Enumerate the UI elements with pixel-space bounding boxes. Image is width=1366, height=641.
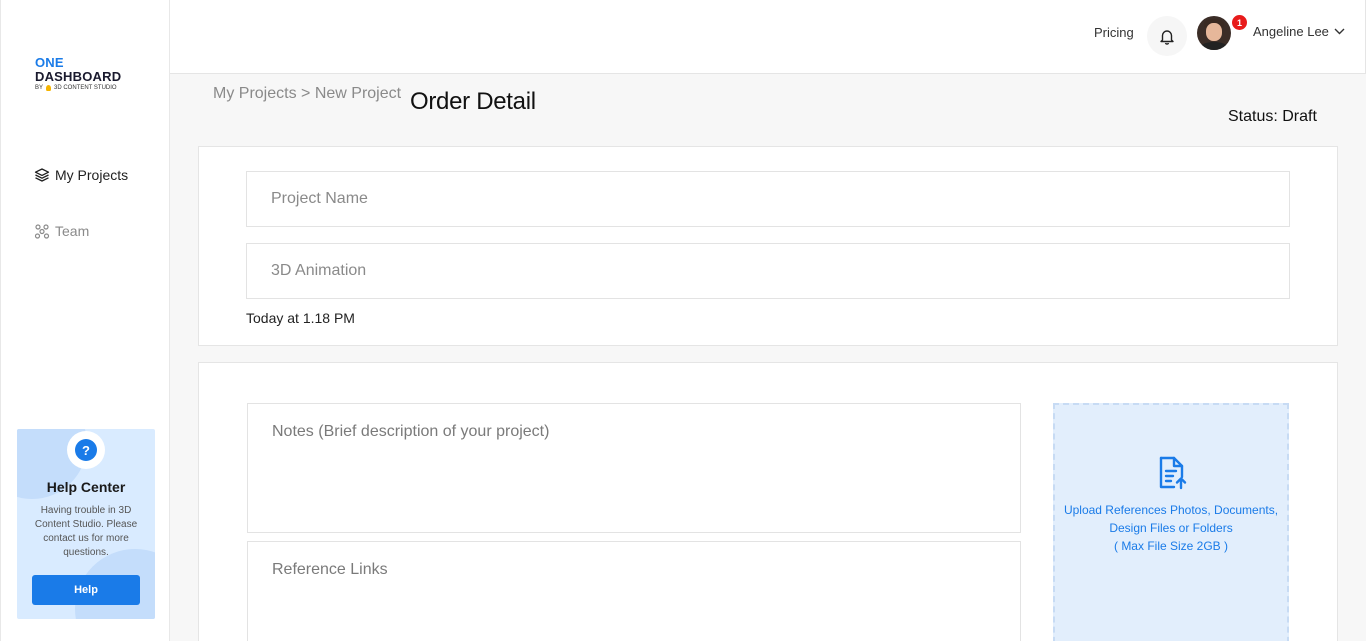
file-upload-icon <box>1159 456 1187 490</box>
help-text: Having trouble in 3D Content Studio. Ple… <box>34 505 138 558</box>
project-name-input[interactable] <box>246 171 1290 227</box>
logo-byline: BY 3D CONTENT STUDIO <box>35 85 121 91</box>
top-bar: Pricing 1 Angeline Lee <box>170 0 1366 74</box>
team-icon <box>34 224 50 239</box>
sidebar-item-label: My Projects <box>55 167 129 183</box>
user-menu[interactable]: Angeline Lee <box>1253 24 1345 39</box>
help-button[interactable]: Help <box>32 575 140 605</box>
chevron-down-icon <box>1334 28 1345 35</box>
notifications-button[interactable] <box>1147 16 1187 56</box>
status-label: Status: Draft <box>1228 108 1317 125</box>
upload-instructions: Upload References Photos, Documents, Des… <box>1055 501 1287 555</box>
breadcrumb: My Projects > New Project <box>213 85 401 103</box>
reference-links-textarea[interactable] <box>247 541 1021 641</box>
help-title: Help Center <box>46 479 126 495</box>
upload-line1: Upload References Photos, Documents, <box>1063 503 1279 517</box>
help-icon-wrap: ? <box>67 431 105 469</box>
sidebar: ONE DASHBOARD BY 3D CONTENT STUDIO My Pr… <box>0 0 170 641</box>
bulb-icon <box>46 85 52 91</box>
app-logo[interactable]: ONE DASHBOARD BY 3D CONTENT STUDIO <box>35 56 121 91</box>
layers-icon <box>34 168 50 182</box>
logo-line1: ONE <box>35 55 64 70</box>
pricing-link[interactable]: Pricing <box>1094 25 1134 40</box>
breadcrumb-current: New Project <box>314 85 402 102</box>
help-center-card: ? Help Center Having trouble in 3D Conte… <box>17 429 155 619</box>
avatar[interactable] <box>1197 16 1231 50</box>
notification-badge: 1 <box>1232 15 1247 30</box>
sidebar-item-label: Team <box>55 223 90 239</box>
upload-line2: Design Files or Folders <box>1109 521 1233 535</box>
logo-line2: DASHBOARD <box>35 69 122 84</box>
upload-max-size: ( Max File Size 2GB ) <box>1113 539 1229 553</box>
project-type-input[interactable] <box>246 243 1290 299</box>
logo-studio: 3D CONTENT STUDIO <box>54 85 117 91</box>
notes-textarea[interactable] <box>247 403 1021 533</box>
bell-icon <box>1160 29 1174 45</box>
sidebar-item-team[interactable]: Team <box>34 223 89 239</box>
sidebar-item-my-projects[interactable]: My Projects <box>34 167 128 183</box>
page-title: Order Detail <box>410 88 536 115</box>
breadcrumb-my-projects[interactable]: My Projects <box>213 85 297 102</box>
upload-dropzone[interactable]: Upload References Photos, Documents, Des… <box>1053 403 1289 641</box>
question-icon: ? <box>75 439 97 461</box>
breadcrumb-separator: > <box>301 85 311 102</box>
user-name: Angeline Lee <box>1253 24 1329 39</box>
logo-by: BY <box>35 85 44 91</box>
created-date: Today at 1.18 PM <box>246 310 355 326</box>
